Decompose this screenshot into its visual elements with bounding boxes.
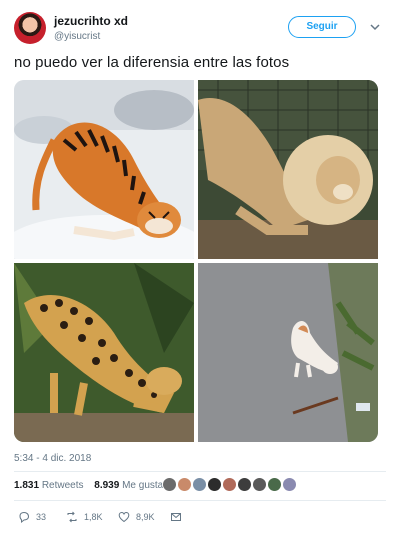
- follow-button[interactable]: Seguir: [288, 16, 356, 38]
- liker-avatar[interactable]: [177, 477, 192, 492]
- tweet-text: no puedo ver la diferensia entre las fot…: [14, 54, 290, 71]
- message-action[interactable]: [170, 511, 182, 523]
- user-names[interactable]: jezucrihto xd @yisucrist: [54, 14, 128, 42]
- jaguar-image: [14, 263, 194, 442]
- photo-tiger[interactable]: [14, 80, 194, 259]
- retweet-icon: [67, 511, 77, 523]
- divider: [14, 471, 386, 472]
- reply-count: 33: [36, 512, 47, 522]
- liker-avatar[interactable]: [192, 477, 207, 492]
- liker-avatar[interactable]: [207, 477, 222, 492]
- tweet-header: jezucrihto xd @yisucrist Seguir: [14, 12, 386, 48]
- liker-avatar[interactable]: [282, 477, 297, 492]
- liker-avatar[interactable]: [222, 477, 237, 492]
- liker-avatar[interactable]: [252, 477, 267, 492]
- user-handle[interactable]: @yisucrist: [54, 31, 128, 42]
- like-action[interactable]: 8,9K: [118, 511, 155, 523]
- tiger-image: [14, 80, 194, 259]
- tweet-stats: 1.831 Retweets 8.939 Me gusta: [14, 480, 171, 491]
- cat-image: [198, 263, 378, 442]
- liker-avatar[interactable]: [162, 477, 177, 492]
- tweet-timestamp[interactable]: 5:34 - 4 dic. 2018: [14, 453, 91, 464]
- chevron-down-icon[interactable]: [368, 20, 382, 34]
- retweet-count: 1,8K: [84, 512, 103, 522]
- liker-avatar[interactable]: [267, 477, 282, 492]
- lion-image: [198, 80, 378, 259]
- heart-icon: [118, 511, 130, 523]
- avatar[interactable]: [14, 12, 46, 44]
- photo-cat[interactable]: [198, 263, 378, 442]
- likers-avatars[interactable]: [162, 477, 297, 493]
- retweets-stat[interactable]: 1.831 Retweets: [14, 480, 84, 491]
- divider: [14, 500, 386, 501]
- liker-avatar[interactable]: [237, 477, 252, 492]
- reply-icon: [19, 511, 30, 523]
- display-name[interactable]: jezucrihto xd: [54, 14, 128, 28]
- photo-lion[interactable]: [198, 80, 378, 259]
- likes-stat[interactable]: 8.939 Me gusta: [94, 480, 163, 491]
- like-count: 8,9K: [136, 512, 155, 522]
- envelope-icon: [171, 513, 181, 521]
- retweet-action[interactable]: 1,8K: [66, 511, 103, 523]
- photo-jaguar[interactable]: [14, 263, 194, 442]
- reply-action[interactable]: 33: [18, 511, 46, 523]
- photo-grid: [14, 80, 378, 442]
